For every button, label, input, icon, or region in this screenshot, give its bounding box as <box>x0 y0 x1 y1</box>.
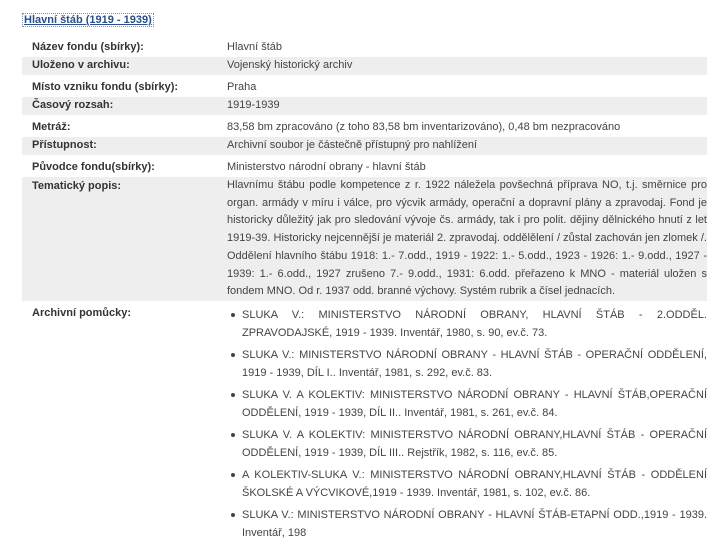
field-label: Archivní pomůcky: <box>32 307 132 319</box>
field-value: 83,58 bm zpracováno (z toho 83,58 bm inv… <box>227 121 621 133</box>
row-nazev-fondu: Název fondu (sbírky): Hlavní štáb <box>22 41 707 56</box>
field-label: Název fondu (sbírky): <box>32 41 144 53</box>
field-label: Časový rozsah: <box>32 99 114 111</box>
archival-aids-list: SLUKA V.: MINISTERSTVO NÁRODNÍ OBRANY, H… <box>231 306 707 546</box>
field-value: Ministerstvo národní obrany - hlavní štá… <box>227 161 426 173</box>
list-item: A KOLEKTIV-SLUKA V.: MINISTERSTVO NÁRODN… <box>231 466 707 502</box>
field-value: 1919-1939 <box>227 99 280 111</box>
field-value: Vojenský historický archiv <box>227 59 353 71</box>
row-misto-vzniku: Místo vzniku fondu (sbírky): Praha <box>22 81 707 96</box>
field-value: Praha <box>227 81 257 93</box>
row-tematicky-popis: Tematický popis: Hlavnímu štábu podle ko… <box>22 177 707 301</box>
list-item: SLUKA V.: MINISTERSTVO NÁRODNÍ OBRANY, H… <box>231 306 707 342</box>
list-item: SLUKA V.: MINISTERSTVO NÁRODNÍ OBRANY - … <box>231 506 707 542</box>
list-item: SLUKA V. A KOLEKTIV: MINISTERSTVO NÁRODN… <box>231 386 707 422</box>
list-item: SLUKA V. A KOLEKTIV: MINISTERSTVO NÁRODN… <box>231 426 707 462</box>
field-label: Metráž: <box>32 121 71 133</box>
row-puvodce: Původce fondu(sbírky): Ministerstvo náro… <box>22 161 707 176</box>
fund-title-link[interactable]: Hlavní štáb (1919 - 1939) <box>22 13 154 27</box>
field-label: Tematický popis: <box>32 180 122 192</box>
list-item: SLUKA V.: MINISTERSTVO NÁRODNÍ OBRANY - … <box>231 346 707 382</box>
row-ulozeno: Uloženo v archivu: Vojenský historický a… <box>22 57 707 75</box>
field-value: Archivní soubor je částečně přístupný pr… <box>227 139 478 151</box>
row-casovy-rozsah: Časový rozsah: 1919-1939 <box>22 97 707 115</box>
field-label: Místo vzniku fondu (sbírky): <box>32 81 179 93</box>
field-label: Přístupnost: <box>32 139 97 151</box>
row-metraz: Metráž: 83,58 bm zpracováno (z toho 83,5… <box>22 121 707 136</box>
row-pristupnost: Přístupnost: Archivní soubor je částečně… <box>22 137 707 155</box>
field-label: Uloženo v archivu: <box>32 59 130 71</box>
field-value: Hlavnímu štábu podle kompetence z r. 192… <box>227 179 707 298</box>
field-value: Hlavní štáb <box>227 41 283 53</box>
field-label: Původce fondu(sbírky): <box>32 161 155 173</box>
